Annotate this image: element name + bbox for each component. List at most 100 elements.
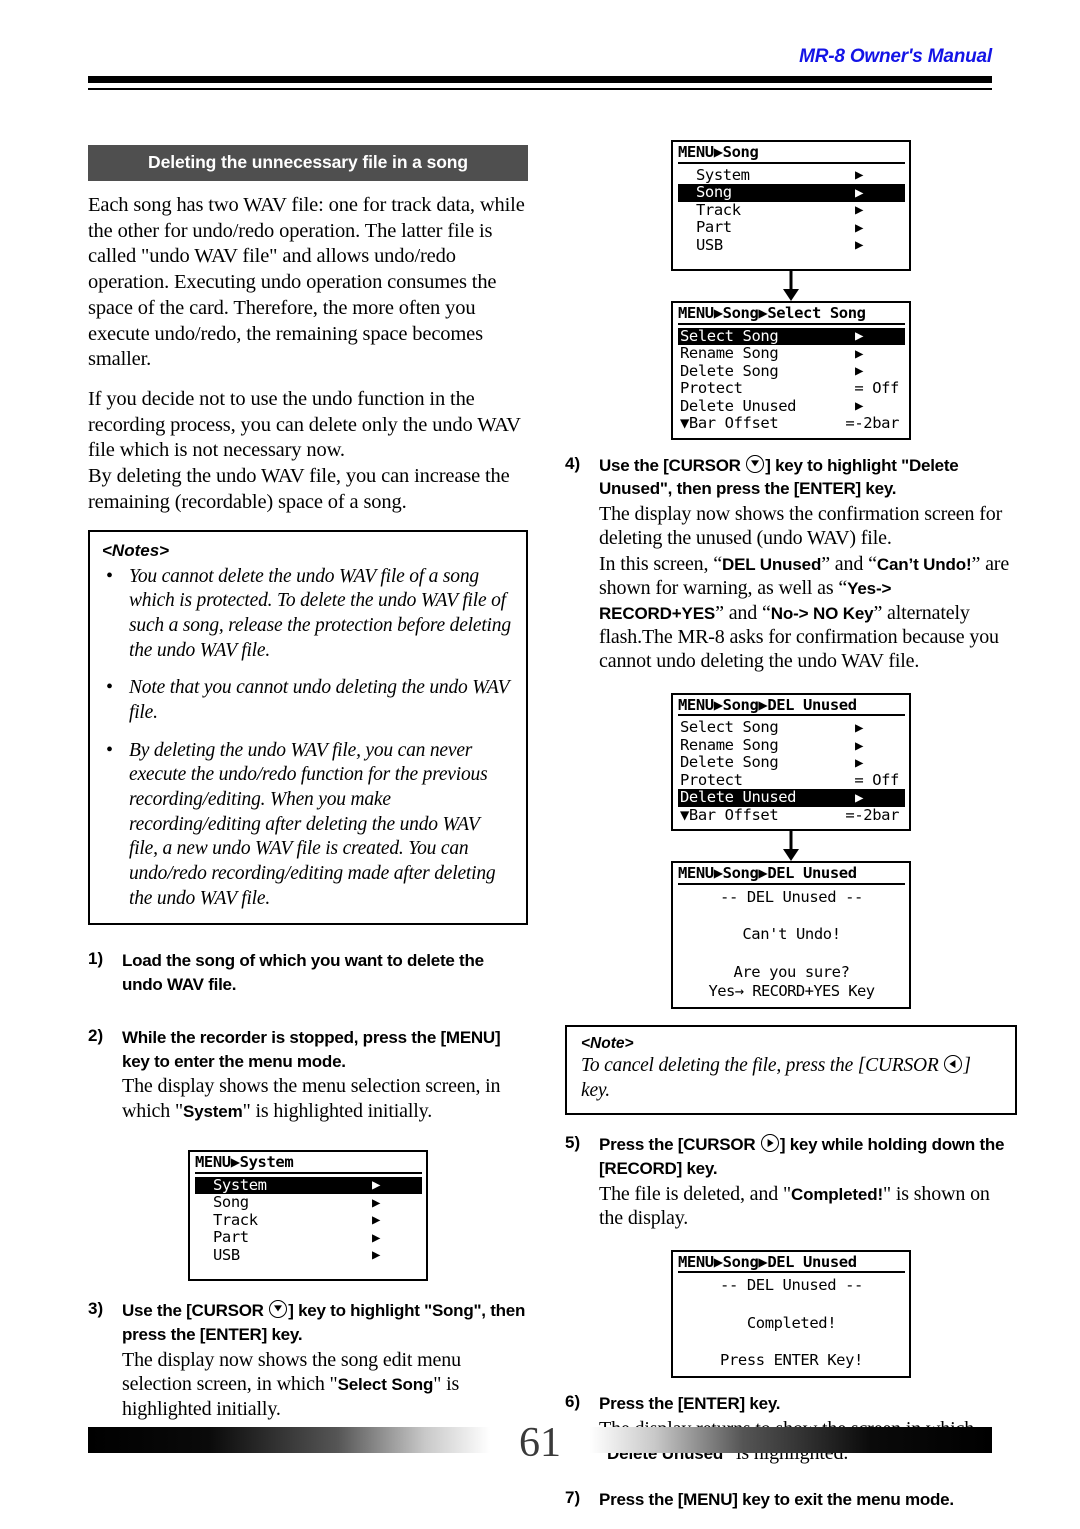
note-item: You cannot delete the undo WAV file of a… — [102, 564, 512, 664]
lcd-row-label: Protect — [680, 770, 743, 789]
lcd-row-label: Part — [213, 1228, 249, 1247]
lcd-row[interactable]: Song ▶ — [195, 1194, 422, 1212]
lcd-menu-song: MENU▶Song System ▶ Song ▶ Track ▶ Part ▶ USB… — [671, 140, 911, 271]
step-3-body-bold: Select Song — [337, 1375, 434, 1395]
lcd-row-value: =-2bar — [845, 414, 899, 432]
lcd-row-label: USB — [213, 1245, 240, 1264]
lcd-row[interactable]: Select Song ▶ — [678, 327, 905, 345]
step-3-body: The display now shows the song edit menu… — [122, 1348, 528, 1421]
lcd-confirm-line-3: Are you sure? — [733, 962, 850, 981]
right-column: MENU▶Song System ▶ Song ▶ Track ▶ Part ▶ USB… — [565, 140, 1017, 1529]
lcd-spacer — [678, 1333, 905, 1351]
step-4-heading-a: Use the [CURSOR — [599, 455, 746, 475]
note-body-a: To cancel deleting the file, press the [… — [581, 1054, 944, 1076]
lcd-row[interactable]: Rename Song ▶ — [678, 737, 905, 755]
step-7-number: 7) — [565, 1488, 581, 1508]
header-rule-thin — [88, 88, 992, 90]
lcd-row[interactable]: Part ▶ — [195, 1229, 422, 1247]
lcd-row[interactable]: Delete Song ▶ — [678, 363, 905, 381]
step-4-body-2: In this screen, “DEL Unused” and “Can’t … — [599, 552, 1017, 674]
lcd-row[interactable]: Protect = Off — [678, 772, 905, 790]
step-5-body-a: The file is deleted, and " — [599, 1182, 791, 1205]
step-2-heading: While the recorder is stopped, press the… — [122, 1027, 501, 1071]
lcd-confirm-line-2: Can't Undo! — [742, 925, 841, 944]
cursor-down-icon — [269, 1300, 288, 1319]
lcd-row[interactable]: Rename Song ▶ — [678, 345, 905, 363]
lcd-title: MENU▶Song▶Select Song — [678, 305, 905, 325]
lcd-row[interactable]: Protect = Off — [678, 380, 905, 398]
note-item: By deleting the undo WAV file, you can n… — [102, 738, 512, 912]
lcd-row[interactable]: System ▶ — [678, 167, 905, 185]
lcd-row[interactable]: System ▶ — [195, 1175, 422, 1195]
page-footer: 61 — [88, 1420, 992, 1467]
lcd-row[interactable]: Song ▶ — [678, 184, 905, 202]
lcd-confirm-line-4: Yes→ RECORD+YES Key — [708, 982, 876, 1001]
header-rule-thick — [88, 76, 992, 83]
lcd-row-label: Track — [213, 1210, 258, 1229]
lcd-row-label: Select Song — [680, 718, 779, 737]
lcd-row[interactable]: Track ▶ — [678, 202, 905, 220]
lcd-row[interactable]: USB ▶ — [678, 237, 905, 255]
page-number: 61 — [519, 1420, 561, 1466]
lcd-row[interactable]: Delete Song ▶ — [678, 754, 905, 772]
lcd-row-value: ▶ — [854, 328, 863, 345]
lcd-row[interactable]: Select Song ▶ — [678, 719, 905, 737]
step-4-body-2-c: ” and “ — [821, 552, 877, 575]
intro-paragraph-2: If you decide not to use the undo functi… — [88, 388, 521, 462]
step-2: 2) While the recorder is stopped, press … — [88, 1026, 528, 1123]
step-6-heading: Press the [ENTER] key. — [599, 1393, 781, 1413]
lcd-row-label: System — [696, 165, 750, 184]
lcd-completed-line-1: -- DEL Unused -- — [720, 1276, 863, 1295]
lcd-row[interactable]: USB ▶ — [195, 1247, 422, 1265]
lcd-row-label: Protect — [680, 379, 743, 397]
lcd-menu-system: MENU▶System System ▶ Song ▶ Track ▶ Part ▶ U… — [188, 1150, 428, 1282]
lcd-term-del-unused: DEL Unused — [721, 554, 822, 574]
lcd-row-value: ▶ — [854, 363, 863, 380]
step-3-number: 3) — [88, 1299, 104, 1319]
lcd-title: MENU▶System — [195, 1155, 422, 1174]
lcd-row-label: Delete Song — [680, 753, 779, 772]
lcd-row-label: Song — [213, 1193, 249, 1212]
lcd-del-unused-menu: MENU▶Song▶DEL Unused Select Song ▶ Rename… — [671, 692, 911, 832]
cursor-down-icon — [746, 454, 765, 473]
step-5-number: 5) — [565, 1133, 581, 1153]
step-2-body-b: " is highlighted initially. — [242, 1099, 433, 1122]
step-1-number: 1) — [88, 949, 104, 969]
lcd-title: MENU▶Song — [678, 144, 905, 164]
lcd-spacer — [678, 1296, 905, 1314]
section-heading: Deleting the unnecessary file in a song — [88, 145, 528, 181]
lcd-row-value: ▶ — [854, 790, 863, 807]
step-2-number: 2) — [88, 1025, 104, 1045]
lcd-row[interactable]: Delete Unused ▶ — [678, 398, 905, 416]
lcd-row-label: Delete Unused — [680, 396, 797, 415]
lcd-row-label: System — [213, 1175, 267, 1194]
left-column: Deleting the unnecessary file in a song … — [88, 145, 528, 1438]
lcd-row-arrow-icon: ▶ — [854, 202, 863, 219]
step-4-body-2-e: ” and “ — [715, 601, 771, 624]
lcd-row[interactable]: ▼Bar Offset =-2bar — [678, 415, 905, 433]
notes-list: You cannot delete the undo WAV file of a… — [102, 564, 512, 912]
notes-box: <Notes> You cannot delete the undo WAV f… — [88, 529, 528, 926]
lcd-row[interactable]: Track ▶ — [195, 1212, 422, 1230]
step-5-heading: Press the [CURSOR ] key while holding do… — [599, 1133, 1017, 1181]
lcd-row[interactable]: Delete Unused ▶ — [678, 789, 905, 807]
lcd-row[interactable]: Part ▶ — [678, 219, 905, 237]
lcd-row-label: Part — [696, 218, 732, 236]
lcd-row[interactable]: ▼Bar Offset =-2bar — [678, 807, 905, 825]
lcd-select-song: MENU▶Song▶Select Song Select Song ▶ Renam… — [671, 301, 911, 440]
step-5: 5) Press the [CURSOR ] key while holding… — [565, 1133, 1017, 1230]
step-5-body: The file is deleted, and "Completed!" is… — [599, 1182, 1017, 1231]
intro-paragraph-1: Each song has two WAV file: one for trac… — [88, 194, 525, 371]
step-5-body-bold: Completed! — [790, 1184, 883, 1204]
lcd-bottom-pad — [195, 1264, 422, 1274]
lcd-row-arrow-icon: ▶ — [371, 1177, 380, 1194]
page-header: MR-8 Owner's Manual — [88, 46, 992, 102]
step-7: 7) Press the [MENU] key to exit the menu… — [565, 1488, 1017, 1512]
step-4-heading: Use the [CURSOR ] key to highlight "Dele… — [599, 454, 1017, 502]
step-4-body-2-a: In this screen, “ — [599, 552, 722, 575]
lcd-row-value: ▶ — [854, 345, 863, 362]
note-body: To cancel deleting the file, press the [… — [581, 1054, 1003, 1104]
lcd-row-arrow-icon: ▶ — [371, 1212, 380, 1229]
flow-arrow-down-icon — [565, 271, 1017, 301]
lcd-completed-line-3: Press ENTER Key! — [720, 1351, 863, 1370]
